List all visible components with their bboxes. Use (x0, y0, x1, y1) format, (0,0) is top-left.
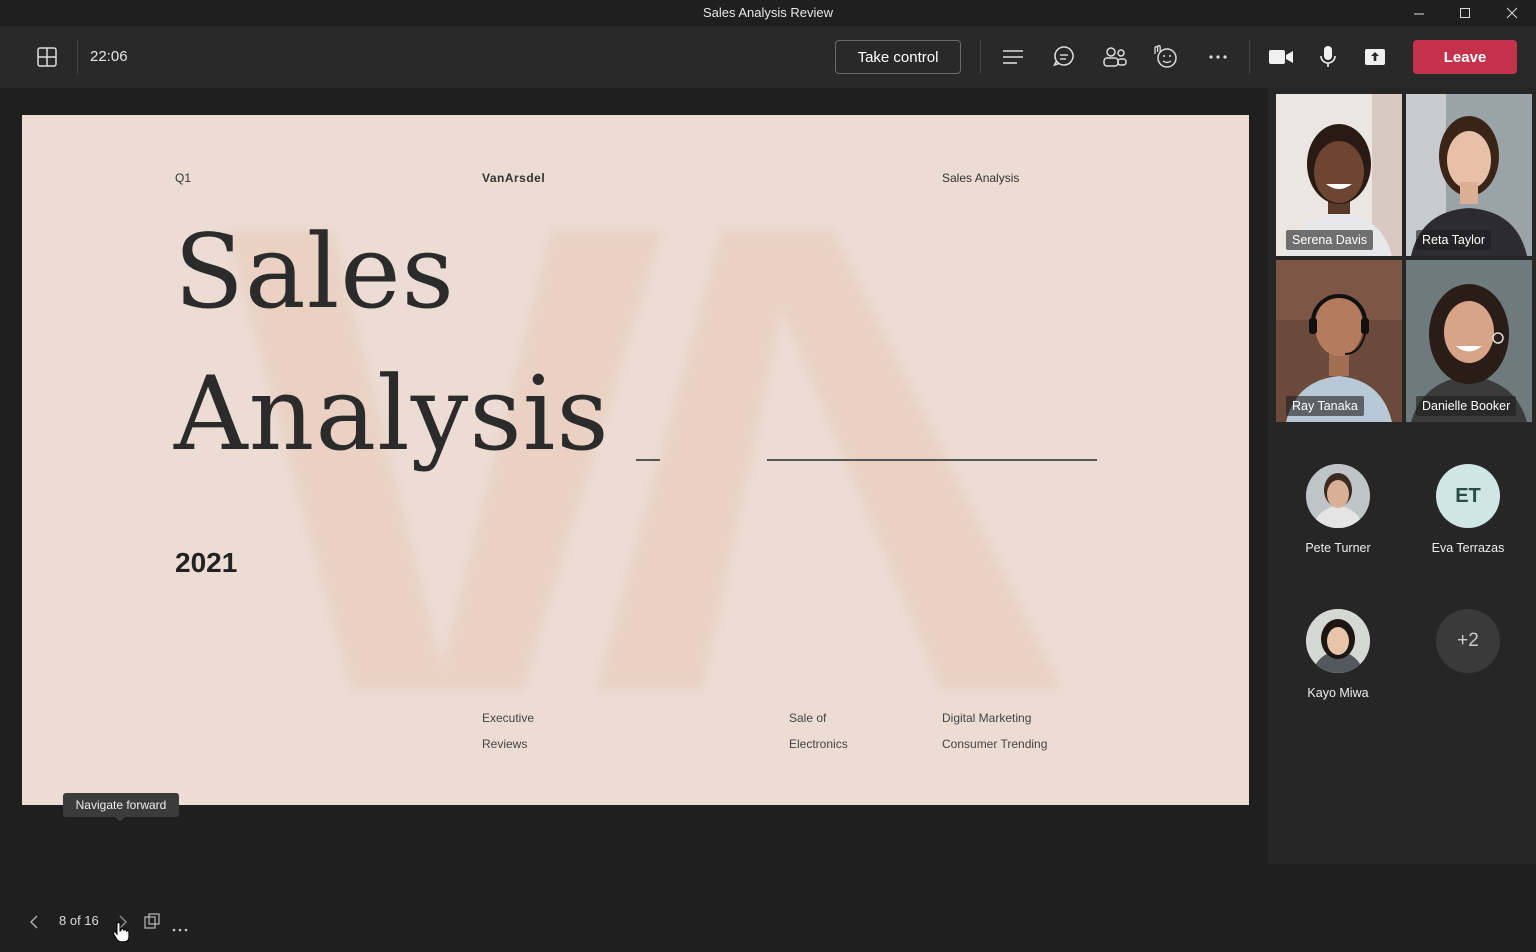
grid-layout-icon (37, 47, 57, 67)
participant-avatar[interactable] (1306, 609, 1370, 673)
slide-footer-item: Digital Marketing Consumer Trending (942, 711, 1048, 751)
maximize-button[interactable] (1442, 0, 1488, 26)
thumbnails-icon (144, 913, 160, 929)
toolbar-divider (980, 40, 981, 74)
more-options-button[interactable] (1201, 40, 1235, 74)
slide-brand-logo: VanArsdel (482, 171, 546, 185)
more-participants-button[interactable]: +2 (1436, 609, 1500, 673)
more-horizontal-icon (172, 928, 188, 932)
slide-title-line2: Analysis (174, 355, 610, 474)
video-tile[interactable]: Reta Taylor (1406, 94, 1532, 256)
camera-button[interactable] (1264, 40, 1298, 74)
participant-name: Kayo Miwa (1307, 686, 1369, 700)
close-icon (1506, 7, 1518, 19)
navigate-back-button[interactable] (27, 914, 41, 935)
page-indicator: 8 of 16 (59, 913, 99, 928)
meeting-timer: 22:06 (90, 48, 128, 65)
overflow-count: +2 (1457, 630, 1479, 651)
navigate-forward-tooltip: Navigate forward (63, 793, 179, 822)
mouse-cursor (112, 922, 130, 949)
participant-avatar[interactable] (1306, 464, 1370, 528)
captions-button[interactable] (996, 40, 1030, 74)
avatar-photo (1306, 464, 1370, 528)
title-bar: Sales Analysis Review (0, 0, 1536, 26)
microphone-icon (1320, 46, 1336, 67)
video-camera-icon (1269, 50, 1293, 64)
window-title: Sales Analysis Review (702, 5, 834, 20)
more-horizontal-icon (1209, 55, 1227, 59)
video-tile[interactable]: Ray Tanaka (1276, 260, 1402, 422)
slide-more-button[interactable] (172, 919, 188, 937)
participant-avatar[interactable]: ET (1436, 464, 1500, 528)
slide-navigation-bar: 8 of 16 (0, 900, 1268, 952)
microphone-button[interactable] (1311, 40, 1345, 74)
meeting-toolbar: 22:06 Take control Leave (0, 26, 1536, 88)
slide-footer-item: Sale of Electronics (789, 711, 848, 751)
participant-name: Ray Tanaka (1286, 396, 1364, 416)
slide-rule (767, 459, 1097, 461)
title-underscore (636, 459, 660, 461)
layout-button[interactable] (30, 40, 64, 74)
chat-button[interactable] (1047, 40, 1081, 74)
slide-quarter: Q1 (175, 171, 192, 185)
slide-thumbnails-button[interactable] (144, 913, 160, 934)
participant-name: Danielle Booker (1416, 396, 1517, 416)
minimize-icon (1414, 13, 1424, 15)
participant-name: Serena Davis (1286, 230, 1374, 250)
video-tile[interactable]: Serena Davis (1276, 94, 1402, 256)
avatar-photo (1306, 609, 1370, 673)
slide-title-line1: Sales (174, 213, 456, 332)
toolbar-divider (1249, 40, 1250, 74)
participant-gallery: Serena Davis Reta Taylor Ray Tanaka Dani… (1268, 88, 1536, 864)
minimize-button[interactable] (1396, 0, 1442, 26)
hand-pointer-icon (112, 922, 130, 943)
reactions-button[interactable] (1149, 40, 1183, 74)
chevron-left-icon (29, 915, 38, 929)
close-button[interactable] (1489, 0, 1535, 26)
people-icon (1103, 47, 1127, 67)
participant-name: Reta Taylor (1416, 230, 1491, 250)
share-screen-icon (1365, 49, 1385, 65)
take-control-button[interactable]: Take control (835, 40, 961, 74)
participant-name: Pete Turner (1305, 541, 1371, 555)
participants-button[interactable] (1098, 40, 1132, 74)
presentation-slide: Q1 VanArsdel Sales Analysis Sales Analys… (22, 115, 1249, 805)
chat-icon (1053, 46, 1074, 67)
video-tile[interactable]: Danielle Booker (1406, 260, 1532, 422)
toolbar-divider (77, 40, 78, 74)
slide-year: 2021 (175, 547, 238, 578)
slide-footer-item: Executive Reviews (482, 711, 535, 751)
leave-button[interactable]: Leave (1413, 40, 1517, 74)
shared-content-stage: Q1 VanArsdel Sales Analysis Sales Analys… (0, 88, 1268, 943)
avatar-initials: ET (1455, 484, 1481, 507)
maximize-icon (1460, 8, 1470, 18)
menu-lines-icon (1003, 50, 1023, 64)
participant-name: Eva Terrazas (1431, 541, 1505, 555)
slide-header-right: Sales Analysis (942, 171, 1020, 185)
share-button[interactable] (1358, 40, 1392, 74)
raise-hand-emoji-icon (1154, 45, 1177, 68)
